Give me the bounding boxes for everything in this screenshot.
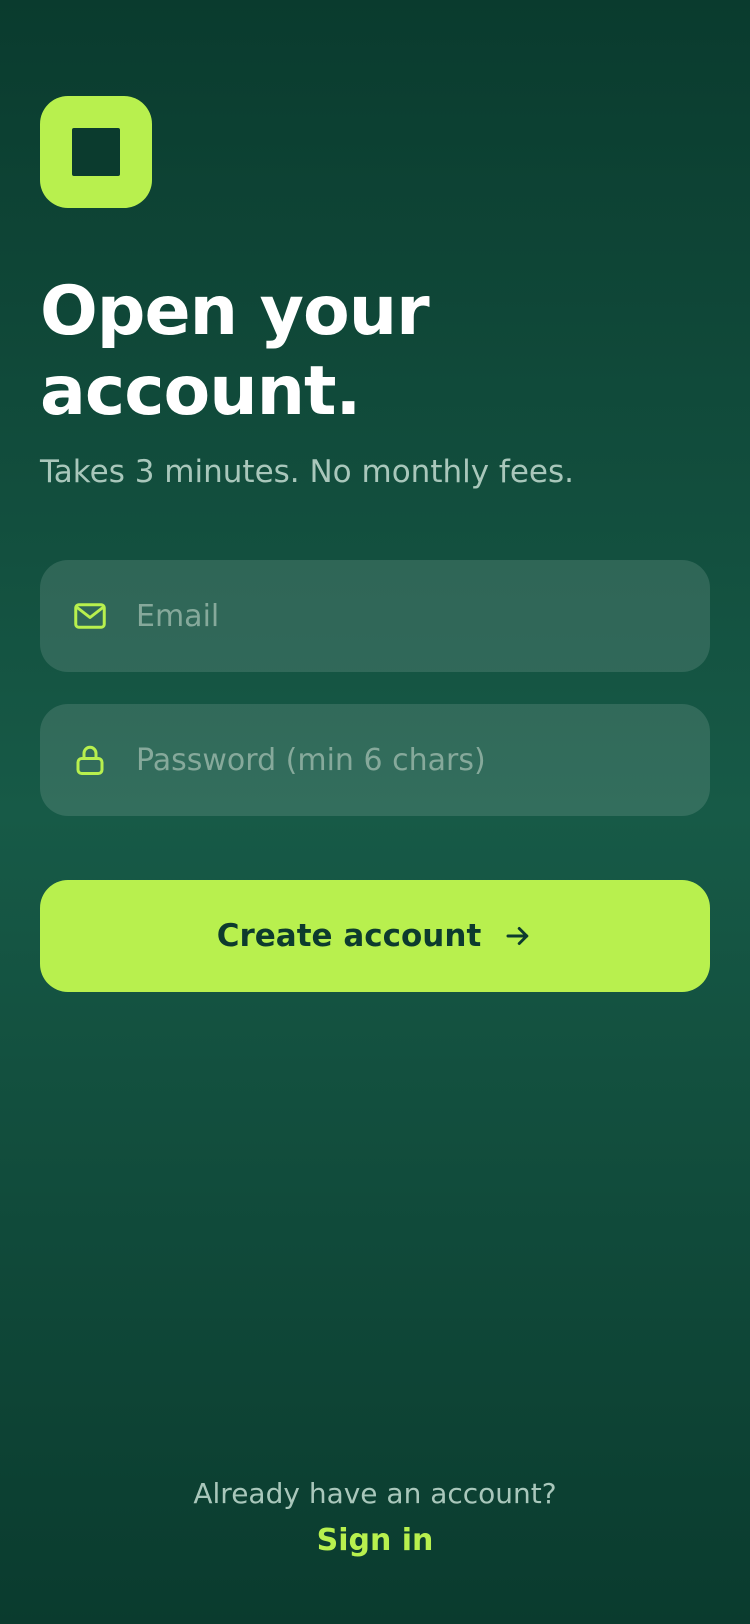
lock-icon: [76, 745, 104, 775]
password-input[interactable]: [136, 704, 686, 816]
signup-screen: Open your account. Takes 3 minutes. No m…: [0, 0, 750, 1624]
mail-icon: [74, 603, 106, 629]
email-field[interactable]: [40, 560, 710, 672]
square-logo-icon: [72, 128, 120, 176]
title-line-2: account.: [40, 352, 361, 431]
signin-prompt: Already have an account?: [193, 1477, 557, 1510]
arrow-right-icon: [506, 927, 529, 945]
app-logo: [40, 96, 152, 208]
password-field[interactable]: [40, 704, 710, 816]
page-title: Open your account.: [40, 272, 680, 432]
sign-in-link[interactable]: Sign in: [0, 1520, 750, 1562]
email-input[interactable]: [136, 560, 686, 672]
page-subtitle: Takes 3 minutes. No monthly fees.: [40, 454, 574, 490]
create-account-label: Create account: [216, 918, 482, 954]
title-line-1: Open your: [40, 272, 430, 351]
create-account-button[interactable]: Create account: [40, 880, 710, 992]
